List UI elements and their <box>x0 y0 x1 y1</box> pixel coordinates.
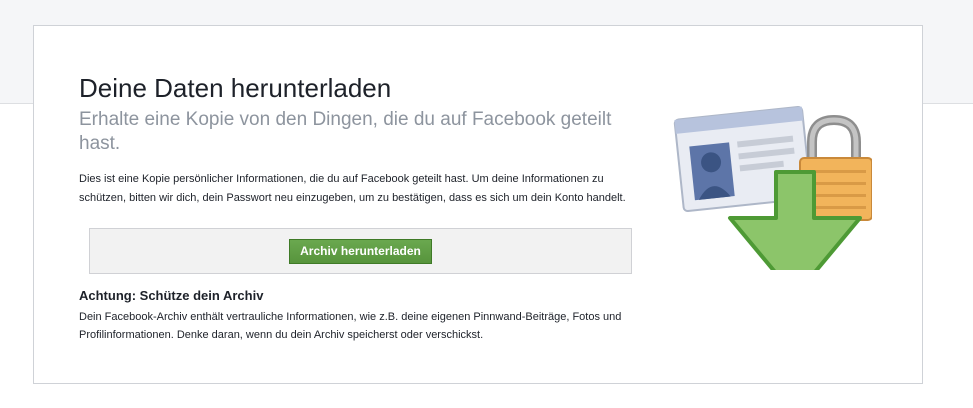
download-archive-button[interactable]: Archiv herunterladen <box>289 239 432 264</box>
page-subtitle: Erhalte eine Kopie von den Dingen, die d… <box>79 109 612 154</box>
warning-text: Dein Facebook-Archiv enthält vertraulich… <box>79 311 622 341</box>
download-illustration <box>673 105 872 270</box>
warning-heading: Achtung: Schütze dein Archiv <box>79 288 264 303</box>
description-text: Dies ist eine Kopie persönlicher Informa… <box>79 173 626 204</box>
page-title: Deine Daten herunterladen <box>79 73 392 103</box>
download-info-card: Deine Daten herunterladen Erhalte eine K… <box>33 25 923 384</box>
download-box: Archiv herunterladen <box>89 228 632 274</box>
